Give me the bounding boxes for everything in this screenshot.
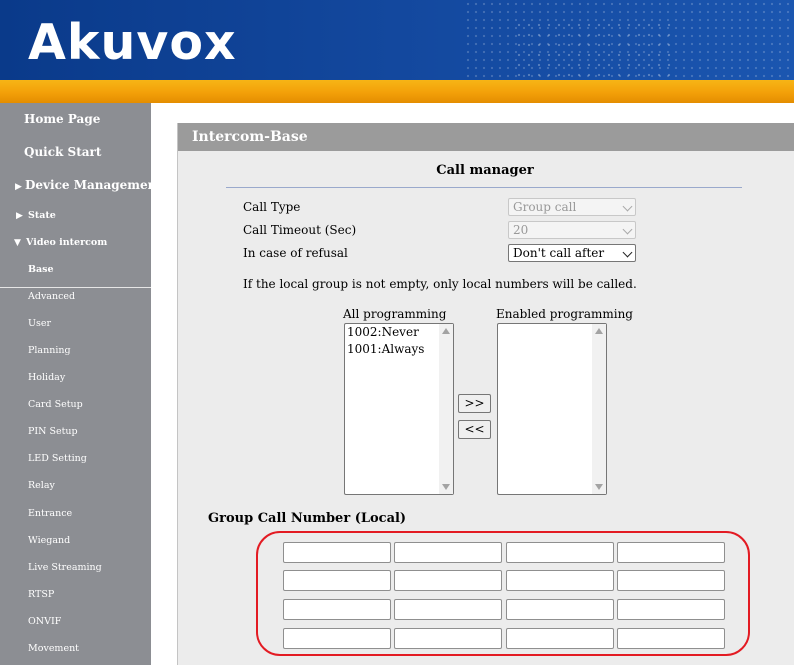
call-timeout-label: Call Timeout (Sec) bbox=[243, 223, 357, 237]
sidebar-item-rtsp[interactable]: RTSP bbox=[0, 589, 151, 600]
sidebar-item-relay[interactable]: Relay bbox=[0, 480, 151, 491]
sidebar-item-label: RTSP bbox=[28, 589, 55, 600]
all-programming-list[interactable]: 1002:Never 1001:Always bbox=[344, 323, 454, 495]
remove-programming-button[interactable]: << bbox=[458, 420, 491, 439]
sidebar-item-label: Live Streaming bbox=[28, 562, 102, 573]
scroll-down-icon[interactable] bbox=[595, 484, 603, 490]
sidebar-item-wiegand[interactable]: Wiegand bbox=[0, 535, 151, 546]
call-timeout-select[interactable]: 20 bbox=[508, 221, 636, 239]
triangle-down-icon: ▼ bbox=[14, 238, 21, 248]
info-text: If the local group is not empty, only lo… bbox=[243, 277, 637, 291]
sidebar-item-base[interactable]: Base bbox=[0, 264, 151, 275]
sidebar-item-label: Base bbox=[28, 264, 54, 275]
call-type-label: Call Type bbox=[243, 200, 301, 214]
sidebar-item-onvif[interactable]: ONVIF bbox=[0, 616, 151, 627]
scroll-up-icon[interactable] bbox=[595, 328, 603, 334]
sidebar-item-label: Home Page bbox=[24, 112, 101, 126]
sidebar-item-label: Video intercom bbox=[26, 237, 108, 248]
chevron-down-icon bbox=[622, 224, 633, 235]
sidebar-divider bbox=[0, 287, 151, 288]
section-title: Call manager bbox=[436, 163, 534, 178]
intercom-base-panel: Intercom-Base Call manager Call Type Gro… bbox=[177, 123, 794, 665]
sidebar-item-label: PIN Setup bbox=[28, 426, 78, 437]
brand-banner: Akuvox bbox=[0, 0, 794, 80]
triangle-right-icon: ▶ bbox=[15, 182, 22, 192]
sidebar-item-label: User bbox=[28, 318, 52, 329]
accent-bar bbox=[0, 80, 794, 103]
call-type-value: Group call bbox=[513, 200, 577, 214]
sidebar-item-live-streaming[interactable]: Live Streaming bbox=[0, 562, 151, 573]
sidebar-item-planning[interactable]: Planning bbox=[0, 345, 151, 356]
sidebar-item-pin-setup[interactable]: PIN Setup bbox=[0, 426, 151, 437]
sidebar-item-home-page[interactable]: Home Page bbox=[0, 112, 151, 126]
enabled-programming-list[interactable] bbox=[497, 323, 607, 495]
group-call-title: Group Call Number (Local) bbox=[208, 511, 407, 526]
scroll-up-icon[interactable] bbox=[442, 328, 450, 334]
sidebar-item-label: Holiday bbox=[28, 372, 66, 383]
sidebar-item-video-intercom[interactable]: ▼ Video intercom bbox=[0, 237, 151, 248]
sidebar-item-user[interactable]: User bbox=[0, 318, 151, 329]
main-content: Intercom-Base Call manager Call Type Gro… bbox=[151, 103, 794, 665]
scroll-down-icon[interactable] bbox=[442, 484, 450, 490]
scrollbar[interactable] bbox=[439, 324, 453, 494]
add-programming-button[interactable]: >> bbox=[458, 394, 491, 413]
triangle-right-icon: ▶ bbox=[16, 211, 23, 221]
sidebar-item-label: Entrance bbox=[28, 508, 73, 519]
chevron-down-icon bbox=[622, 247, 633, 258]
sidebar-item-advanced[interactable]: Advanced bbox=[0, 291, 151, 302]
sidebar-item-label: Card Setup bbox=[28, 399, 83, 410]
sidebar-item-quick-start[interactable]: Quick Start bbox=[0, 145, 151, 159]
section-divider bbox=[226, 187, 742, 188]
sidebar-item-label: Planning bbox=[28, 345, 71, 356]
call-timeout-value: 20 bbox=[513, 223, 529, 237]
sidebar-item-holiday[interactable]: Holiday bbox=[0, 372, 151, 383]
akuvox-logo: Akuvox bbox=[28, 14, 237, 71]
all-programming-label: All programming bbox=[343, 307, 447, 321]
sidebar-item-entrance[interactable]: Entrance bbox=[0, 508, 151, 519]
banner-dot-pattern-2 bbox=[514, 20, 674, 80]
chevron-down-icon bbox=[622, 201, 633, 212]
sidebar-item-label: Wiegand bbox=[28, 535, 71, 546]
sidebar-item-label: Relay bbox=[28, 480, 55, 491]
panel-title: Intercom-Base bbox=[178, 123, 794, 151]
sidebar-item-device-management[interactable]: ▶ Device Management bbox=[0, 178, 162, 192]
sidebar-item-state[interactable]: ▶ State bbox=[0, 210, 151, 221]
enabled-programming-label: Enabled programming bbox=[496, 307, 633, 321]
sidebar-item-label: State bbox=[28, 210, 56, 221]
refusal-label: In case of refusal bbox=[243, 246, 348, 260]
header: Akuvox bbox=[0, 0, 794, 103]
sidebar-item-label: Device Management bbox=[25, 178, 162, 192]
sidebar-item-label: LED Setting bbox=[28, 453, 87, 464]
scrollbar[interactable] bbox=[592, 324, 606, 494]
sidebar-item-label: Quick Start bbox=[24, 145, 102, 159]
highlight-outline bbox=[256, 531, 750, 656]
list-item[interactable]: 1002:Never bbox=[345, 324, 453, 341]
call-type-select[interactable]: Group call bbox=[508, 198, 636, 216]
sidebar-item-led-setting[interactable]: LED Setting bbox=[0, 453, 151, 464]
sidebar-item-label: Advanced bbox=[28, 291, 76, 302]
sidebar-item-movement[interactable]: Movement bbox=[0, 643, 151, 654]
sidebar: Home Page Quick Start ▶ Device Management… bbox=[0, 103, 162, 665]
list-item[interactable]: 1001:Always bbox=[345, 341, 453, 358]
sidebar-item-label: Movement bbox=[28, 643, 80, 654]
sidebar-item-label: ONVIF bbox=[28, 616, 62, 627]
refusal-value: Don't call after bbox=[513, 246, 605, 260]
sidebar-item-card-setup[interactable]: Card Setup bbox=[0, 399, 151, 410]
refusal-select[interactable]: Don't call after bbox=[508, 244, 636, 262]
